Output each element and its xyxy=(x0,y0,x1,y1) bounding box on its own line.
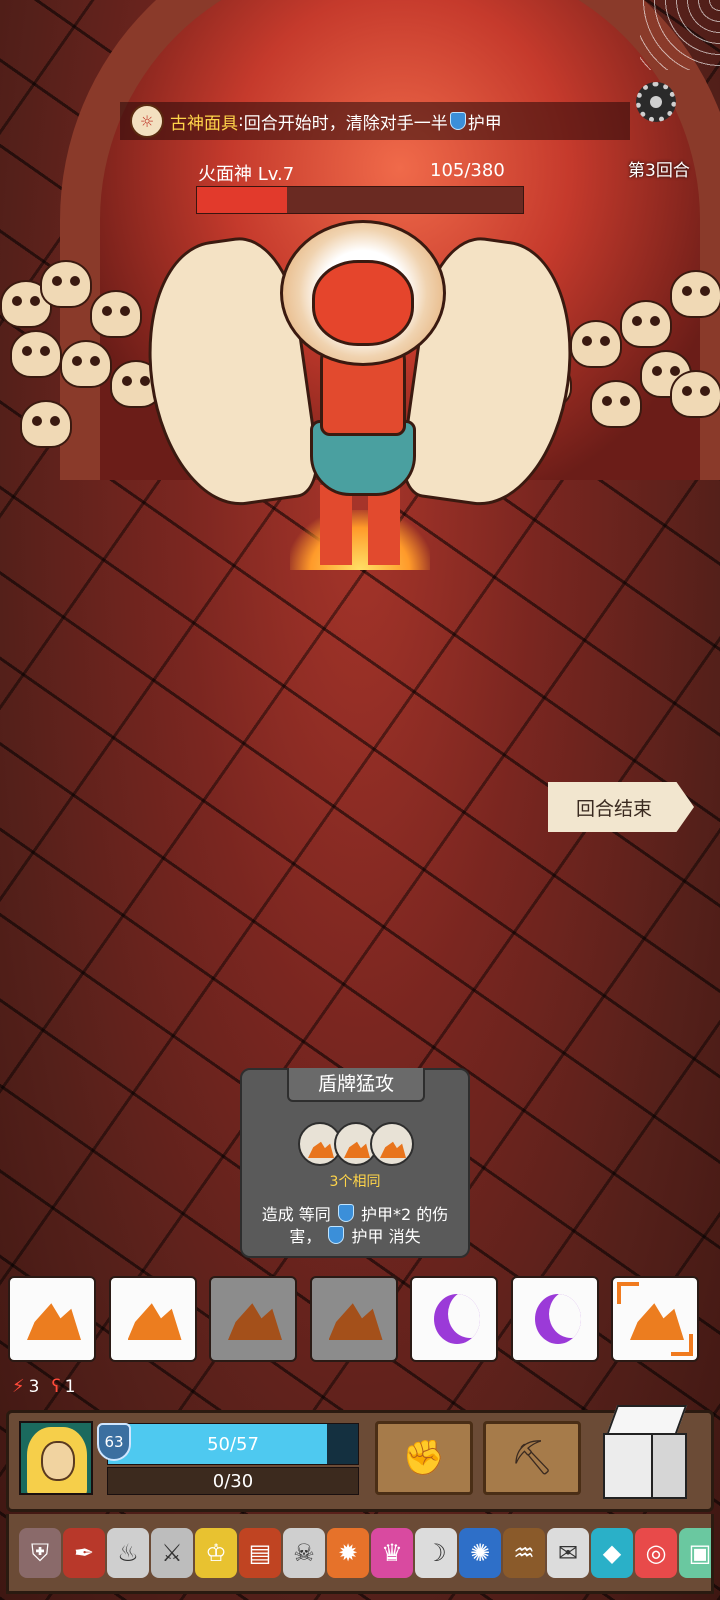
armor-shield-icon xyxy=(328,1226,345,1244)
crystal-relic-icon[interactable]: ◆ xyxy=(591,1527,633,1578)
crown-relic-icon[interactable]: ♔ xyxy=(195,1527,237,1578)
passive-desc: 回合开始时，清除对手一半 xyxy=(243,113,448,134)
skill-desc-part: 造成 等同 xyxy=(261,1205,331,1224)
armor-shield-icon: 63 xyxy=(97,1423,131,1461)
player-xp-text: 0/30 xyxy=(212,1471,254,1492)
rock-face-icon xyxy=(127,1303,182,1340)
rock-skill-button[interactable]: ⛏ xyxy=(483,1421,581,1495)
skill-condition: 3个相同 xyxy=(329,1174,381,1190)
feather-relic-icon[interactable]: ✒ xyxy=(63,1527,105,1578)
roll-dice-button[interactable] xyxy=(601,1405,688,1501)
flame-scroll-icon[interactable]: ♨ xyxy=(107,1527,149,1578)
boss-name: 火面神 Lv.7 xyxy=(198,164,295,185)
die-rock[interactable] xyxy=(108,1276,197,1362)
passive-name: 古神面具 xyxy=(170,113,238,134)
passive-desc-armor: 护甲 xyxy=(467,113,502,134)
boss-legs xyxy=(320,485,400,565)
die-rock[interactable] xyxy=(209,1276,297,1362)
cobweb-icon xyxy=(640,0,720,70)
blade-relic-icon[interactable]: ☽ xyxy=(415,1527,457,1578)
bleed-icon: ʕ xyxy=(51,1376,61,1397)
bleed-value: 1 xyxy=(64,1376,76,1397)
totem-relic-icon[interactable]: ♛ xyxy=(371,1527,413,1578)
sword-relic-icon[interactable]: ⚔ xyxy=(151,1527,193,1578)
skill-title: 盾牌猛攻 xyxy=(287,1068,425,1102)
spiral-relic-icon[interactable]: ◎ xyxy=(635,1527,677,1578)
die-moon[interactable] xyxy=(410,1276,498,1362)
shield-relic-icon[interactable]: ⛨ xyxy=(19,1527,61,1578)
player-hp-bar: 50/57 xyxy=(107,1423,359,1465)
rock-face-icon xyxy=(328,1303,383,1340)
skull-relic-icon[interactable]: ☠ xyxy=(283,1527,325,1578)
armor-shield-icon xyxy=(337,1204,354,1222)
die-rock[interactable] xyxy=(309,1276,398,1362)
skill-desc-part: 护甲 消失 xyxy=(351,1227,421,1246)
ancient-mask-icon: ☼ xyxy=(130,104,164,138)
boss-face xyxy=(312,260,414,346)
status-attack: ⚡ 3 xyxy=(12,1376,39,1397)
cube-relic-icon[interactable]: ▣ xyxy=(679,1527,711,1578)
rock-face-icon xyxy=(27,1303,81,1340)
rock-smash-icon: ⛏ xyxy=(510,1438,554,1478)
fist-skill-button[interactable]: ✊ xyxy=(375,1421,473,1495)
attack-value: 3 xyxy=(28,1376,40,1397)
spike-ball-icon[interactable]: ✺ xyxy=(459,1527,501,1578)
player-avatar[interactable] xyxy=(19,1421,93,1495)
player-hp-text: 50/57 xyxy=(207,1434,259,1455)
skill-dice-slots xyxy=(298,1122,414,1166)
rock-face-icon xyxy=(228,1303,282,1340)
fire-relic-icon[interactable]: ✹ xyxy=(327,1527,369,1578)
status-bleed: ʕ 1 xyxy=(51,1376,75,1397)
moon-face-icon xyxy=(434,1294,480,1344)
scroll-relic-icon[interactable]: ✉ xyxy=(547,1527,589,1578)
skill-description: 造成 等同 护甲*2 的伤害， 护甲 消失 xyxy=(252,1204,458,1248)
moon-face-icon xyxy=(534,1294,581,1344)
player-armor-value: 63 xyxy=(104,1433,124,1451)
armor-shield-icon xyxy=(449,112,466,130)
boss-hp-text: 105/380 xyxy=(430,160,505,181)
die-moon[interactable] xyxy=(510,1276,599,1362)
rock-face-icon xyxy=(630,1303,684,1340)
die-rock[interactable] xyxy=(611,1276,699,1362)
player-panel: 50/57 63 0/30 ✊ ⛏ xyxy=(6,1405,714,1512)
status-effects: ⚡ 3 ʕ 1 xyxy=(12,1376,75,1397)
attack-icon: ⚡ xyxy=(12,1376,25,1397)
dice-tray xyxy=(8,1276,712,1364)
end-turn-button[interactable]: 回合结束 xyxy=(548,782,694,832)
player-xp-bar: 0/30 xyxy=(107,1467,359,1495)
enemy-passive-bar: ☼ 古神面具 : 回合开始时，清除对手一半 护甲 xyxy=(120,102,630,140)
skill-slot-rock xyxy=(370,1122,414,1166)
book-relic-icon[interactable]: ▤ xyxy=(239,1527,281,1578)
die-rock[interactable] xyxy=(8,1276,96,1362)
round-counter: 第3回合 xyxy=(628,161,690,181)
fire-mask-god-boss[interactable] xyxy=(132,210,588,590)
fist-icon: ✊ xyxy=(402,1438,446,1478)
skill-card-shield-bash[interactable]: 盾牌猛攻 3个相同 造成 等同 护甲*2 的伤害， 护甲 消失 xyxy=(240,1068,470,1258)
horn-relic-icon[interactable]: ♒ xyxy=(503,1527,545,1578)
relic-bar: ⛨ ✒ ♨ ⚔ ♔ ▤ ☠ ✹ ♛ ☽ ✺ ♒ ✉ ◆ ◎ ▣ xyxy=(6,1514,714,1594)
settings-button[interactable] xyxy=(650,96,662,108)
